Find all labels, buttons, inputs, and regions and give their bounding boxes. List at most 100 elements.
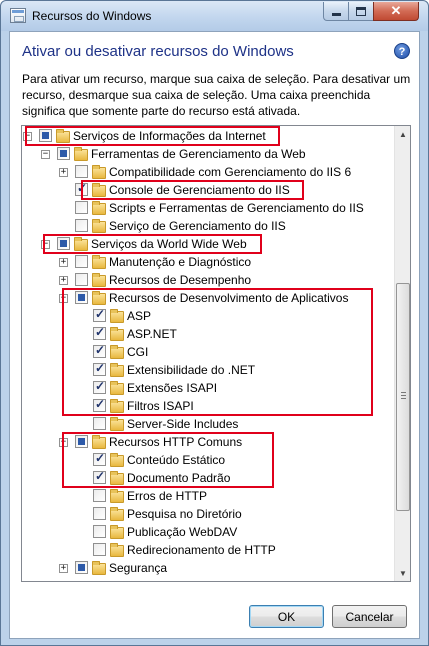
tree-item[interactable]: + Recursos de Desempenho bbox=[22, 271, 394, 289]
help-icon[interactable]: ? bbox=[394, 43, 410, 59]
feature-label: Manutenção e Diagnóstico bbox=[109, 255, 252, 269]
cancel-button[interactable]: Cancelar bbox=[332, 605, 407, 628]
tree-item[interactable]: Serviço de Gerenciamento do IIS bbox=[22, 217, 394, 235]
feature-checkbox[interactable] bbox=[93, 469, 106, 484]
feature-label: Serviços de Informações da Internet bbox=[73, 129, 266, 143]
tree-item[interactable]: + Manutenção e Diagnóstico bbox=[22, 253, 394, 271]
tree-item[interactable]: − Ferramentas de Gerenciamento da Web bbox=[22, 145, 394, 163]
feature-checkbox[interactable] bbox=[75, 165, 88, 178]
feature-label: Recursos de Desempenho bbox=[109, 273, 252, 287]
tree-item[interactable]: − Serviços da World Wide Web bbox=[22, 235, 394, 253]
folder-icon bbox=[73, 147, 88, 161]
collapse-icon[interactable]: − bbox=[23, 132, 32, 141]
tree-item[interactable]: Console de Gerenciamento do IIS bbox=[22, 181, 394, 199]
maximize-button[interactable] bbox=[348, 2, 374, 21]
scroll-up-icon[interactable]: ▲ bbox=[395, 126, 410, 142]
close-button[interactable]: ✕ bbox=[373, 2, 419, 21]
tree-item[interactable]: − Recursos HTTP Comuns bbox=[22, 433, 394, 451]
feature-label: Scripts e Ferramentas de Gerenciamento d… bbox=[109, 201, 364, 215]
feature-checkbox[interactable] bbox=[57, 237, 70, 250]
tree-item[interactable]: Conteúdo Estático bbox=[22, 451, 394, 469]
feature-checkbox[interactable] bbox=[93, 507, 106, 520]
ok-button[interactable]: OK bbox=[249, 605, 324, 628]
feature-label: ASP bbox=[127, 309, 152, 323]
page-title: Ativar ou desativar recursos do Windows bbox=[22, 43, 294, 60]
folder-icon bbox=[109, 399, 124, 413]
tree-item[interactable]: Pesquisa no Diretório bbox=[22, 505, 394, 523]
folder-icon bbox=[109, 453, 124, 467]
maximize-icon bbox=[356, 6, 366, 16]
tree-item[interactable]: Filtros ISAPI bbox=[22, 397, 394, 415]
folder-icon bbox=[91, 273, 106, 287]
feature-checkbox[interactable] bbox=[75, 291, 88, 304]
feature-checkbox[interactable] bbox=[93, 361, 106, 376]
feature-checkbox[interactable] bbox=[57, 147, 70, 160]
folder-icon bbox=[91, 165, 106, 179]
feature-checkbox[interactable] bbox=[93, 451, 106, 466]
feature-checkbox[interactable] bbox=[93, 489, 106, 502]
feature-label: Publicação WebDAV bbox=[127, 525, 238, 539]
tree-item[interactable]: ASP.NET bbox=[22, 325, 394, 343]
feature-checkbox[interactable] bbox=[39, 129, 52, 142]
tree-item[interactable]: Extensibilidade do .NET bbox=[22, 361, 394, 379]
folder-icon bbox=[91, 219, 106, 233]
feature-checkbox[interactable] bbox=[93, 307, 106, 322]
collapse-icon[interactable]: − bbox=[59, 438, 68, 447]
collapse-icon[interactable]: − bbox=[59, 294, 68, 303]
tree-item[interactable]: Server-Side Includes bbox=[22, 415, 394, 433]
feature-checkbox[interactable] bbox=[93, 379, 106, 394]
tree-item[interactable]: Erros de HTTP bbox=[22, 487, 394, 505]
tree-item[interactable]: ASP bbox=[22, 307, 394, 325]
tree-item[interactable]: + Compatibilidade com Gerenciamento do II… bbox=[22, 163, 394, 181]
tree-scrollbar[interactable]: ▲ ▼ bbox=[394, 126, 410, 581]
expand-icon[interactable]: + bbox=[59, 258, 68, 267]
minimize-button[interactable] bbox=[323, 2, 349, 21]
feature-label: Server-Side Includes bbox=[127, 417, 239, 431]
feature-checkbox[interactable] bbox=[75, 219, 88, 232]
scrollbar-thumb[interactable] bbox=[396, 283, 410, 511]
feature-label: Pesquisa no Diretório bbox=[127, 507, 242, 521]
feature-checkbox[interactable] bbox=[93, 417, 106, 430]
feature-label: Compatibilidade com Gerenciamento do IIS… bbox=[109, 165, 352, 179]
feature-checkbox[interactable] bbox=[93, 525, 106, 538]
feature-label: Ferramentas de Gerenciamento da Web bbox=[91, 147, 306, 161]
tree-item[interactable]: Redirecionamento de HTTP bbox=[22, 541, 394, 559]
feature-label: Erros de HTTP bbox=[127, 489, 208, 503]
feature-label: Filtros ISAPI bbox=[127, 399, 194, 413]
folder-icon bbox=[91, 291, 106, 305]
title-bar[interactable]: Recursos do Windows ✕ bbox=[1, 1, 428, 31]
tree-item[interactable]: − Recursos de Desenvolvimento de Aplicati… bbox=[22, 289, 394, 307]
feature-checkbox[interactable] bbox=[75, 181, 88, 196]
feature-label: Documento Padrão bbox=[127, 471, 231, 485]
collapse-icon[interactable]: − bbox=[41, 240, 50, 249]
feature-checkbox[interactable] bbox=[75, 201, 88, 214]
window-title: Recursos do Windows bbox=[32, 9, 152, 23]
tree-item[interactable]: Extensões ISAPI bbox=[22, 379, 394, 397]
feature-checkbox[interactable] bbox=[75, 255, 88, 268]
tree-item[interactable]: Scripts e Ferramentas de Gerenciamento d… bbox=[22, 199, 394, 217]
feature-checkbox[interactable] bbox=[93, 343, 106, 358]
feature-checkbox[interactable] bbox=[75, 273, 88, 286]
tree-item[interactable]: CGI bbox=[22, 343, 394, 361]
scroll-down-icon[interactable]: ▼ bbox=[395, 565, 410, 581]
tree-item[interactable]: − Serviços de Informações da Internet bbox=[22, 127, 394, 145]
collapse-icon[interactable]: − bbox=[41, 150, 50, 159]
minimize-icon bbox=[331, 13, 341, 16]
tree-item[interactable]: Documento Padrão bbox=[22, 469, 394, 487]
expand-icon[interactable]: + bbox=[59, 276, 68, 285]
feature-checkbox[interactable] bbox=[93, 543, 106, 556]
features-tree: − Serviços de Informações da Internet − Fer… bbox=[21, 125, 411, 582]
feature-checkbox[interactable] bbox=[93, 325, 106, 340]
feature-checkbox[interactable] bbox=[93, 397, 106, 412]
expand-icon[interactable]: + bbox=[59, 564, 68, 573]
feature-checkbox[interactable] bbox=[75, 561, 88, 574]
folder-icon bbox=[109, 363, 124, 377]
feature-checkbox[interactable] bbox=[75, 435, 88, 448]
expand-icon[interactable]: + bbox=[59, 168, 68, 177]
tree-item[interactable]: Publicação WebDAV bbox=[22, 523, 394, 541]
folder-icon bbox=[109, 417, 124, 431]
tree-item[interactable]: + Segurança bbox=[22, 559, 394, 577]
folder-icon bbox=[91, 201, 106, 215]
feature-label: Recursos de Desenvolvimento de Aplicativ… bbox=[109, 291, 349, 305]
folder-icon bbox=[109, 525, 124, 539]
